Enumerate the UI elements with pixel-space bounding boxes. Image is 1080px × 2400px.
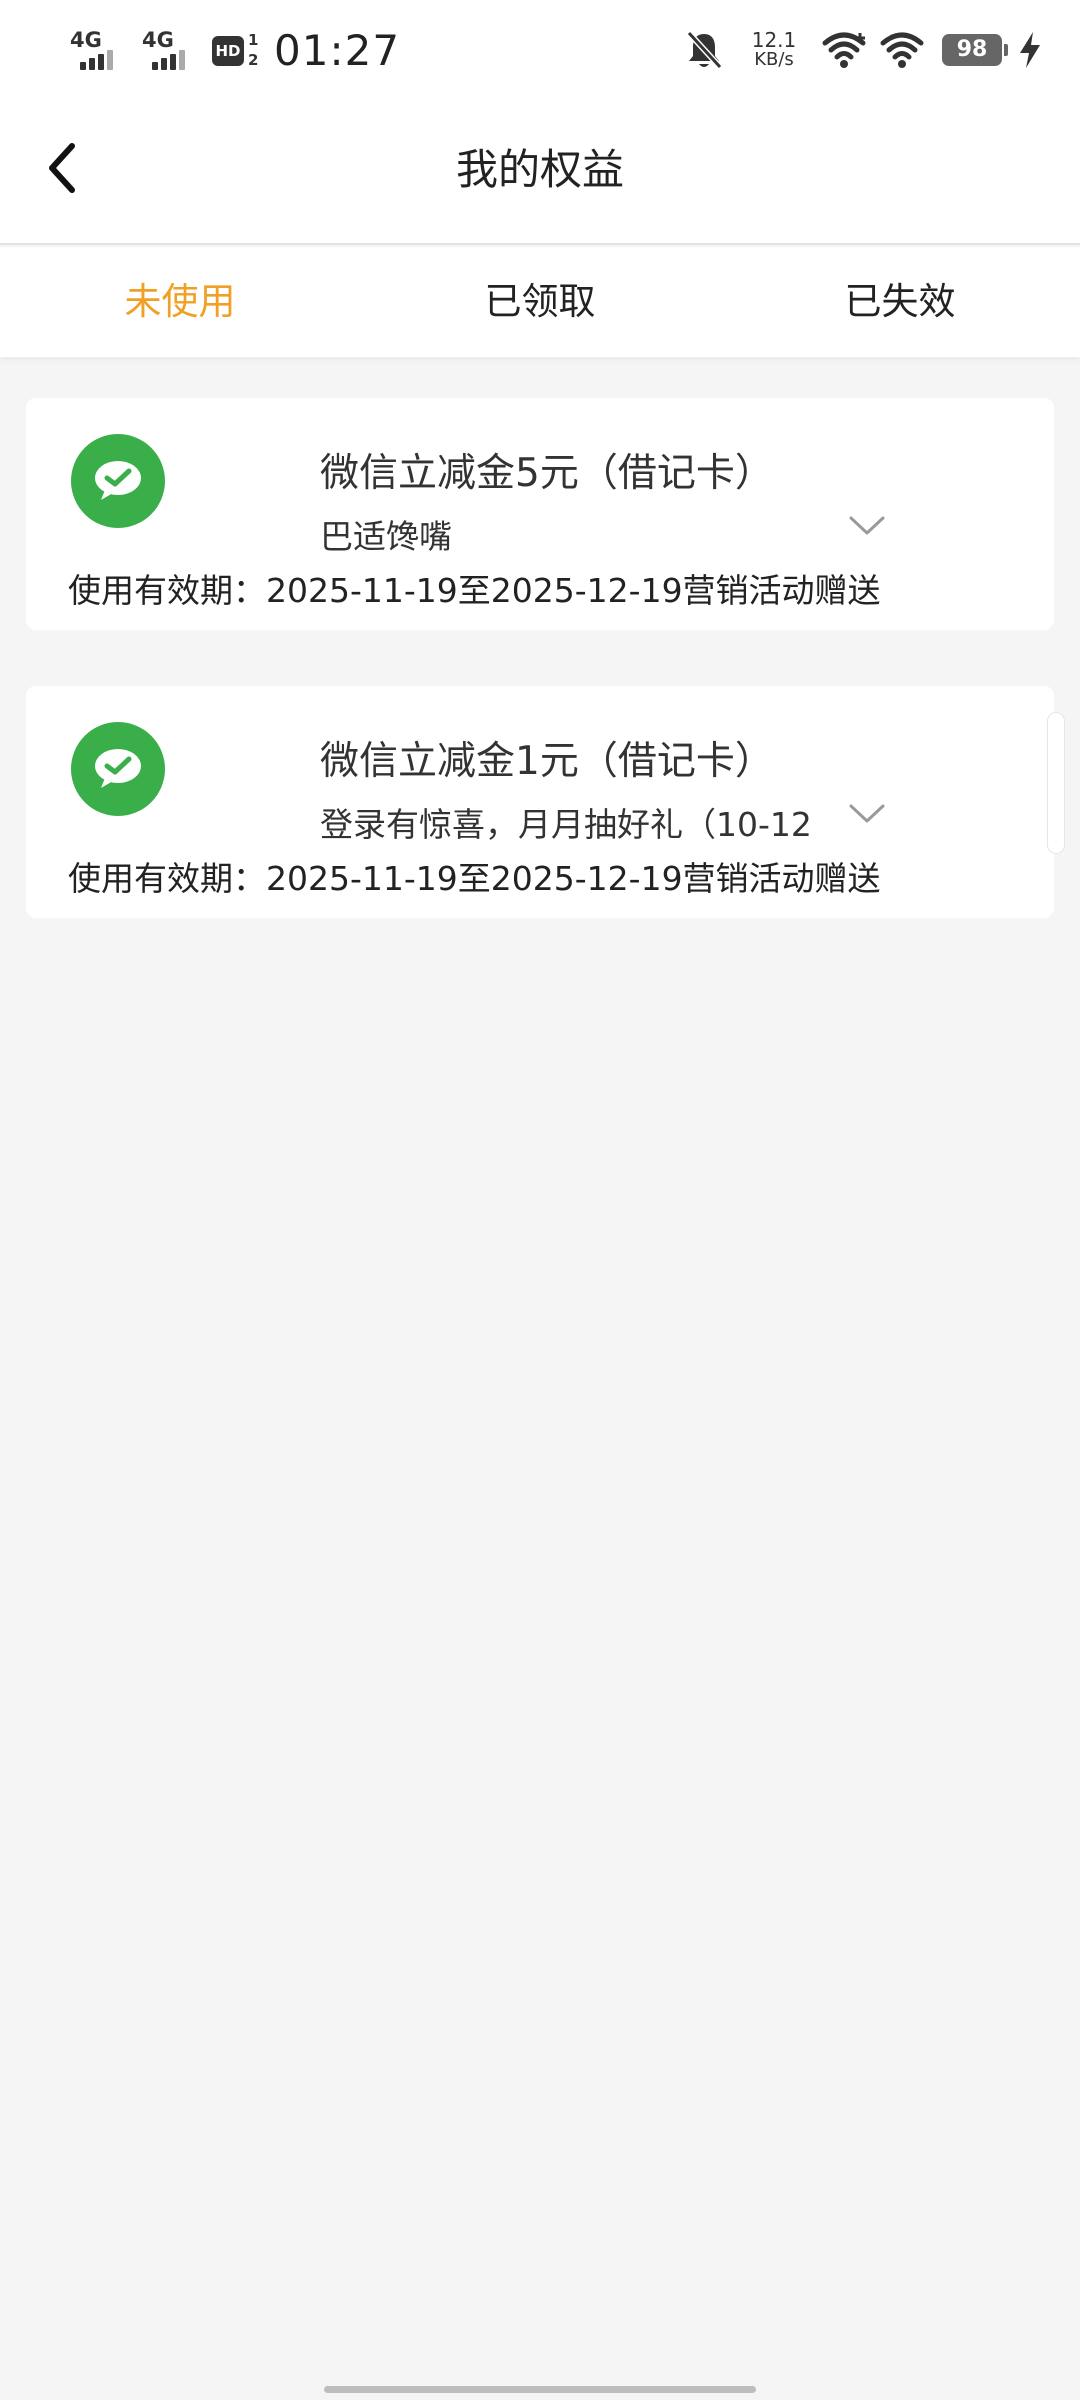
tab-claimed[interactable]: 已领取: [360, 247, 720, 357]
wifi-plus-icon: [822, 32, 866, 68]
benefit-card[interactable]: 微信立减金5元（借记卡） 巴适馋嘴 使用有效期：2025-11-19至2025-…: [26, 398, 1054, 630]
home-indicator[interactable]: [324, 2386, 756, 2393]
wifi-icon: [880, 32, 924, 68]
mute-bell-icon: [686, 30, 723, 70]
wechat-pay-icon: [71, 434, 165, 528]
benefit-card[interactable]: 微信立减金1元（借记卡） 登录有惊喜，月月抽好礼（10-12 使用有效期：202…: [26, 686, 1054, 918]
page-title: 我的权益: [455, 145, 624, 194]
screen: 4G 4G HD 1 2 01:27 12.1 KB/s 98 我的权益 未使用 …: [0, 0, 1080, 2400]
network-unit: KB/s: [754, 49, 794, 70]
network-rate: 12.1: [751, 28, 797, 52]
hd-fraction-top: 1: [248, 31, 259, 49]
chevron-down-icon[interactable]: [848, 514, 886, 538]
back-button[interactable]: [38, 138, 90, 198]
status-bar-left: 4G 4G HD 1 2 01:27: [68, 22, 400, 78]
battery-icon: 98: [942, 34, 1008, 66]
status-bar: 4G 4G HD 1 2 01:27 12.1 KB/s 98: [0, 0, 1080, 100]
card-subtitle: 巴适馋嘴: [320, 517, 452, 556]
card-validity: 使用有效期：2025-11-19至2025-12-19营销活动赠送: [68, 571, 881, 610]
status-bar-right: 12.1 KB/s 98: [684, 22, 1044, 78]
signal-icon: 4G: [68, 28, 128, 72]
card-title: 微信立减金5元（借记卡）: [320, 451, 774, 496]
network-speed: 12.1 KB/s: [744, 28, 804, 70]
hd-icon: HD 1 2: [212, 28, 264, 72]
scrollbar-thumb[interactable]: [1047, 712, 1065, 854]
clock: 01:27: [274, 25, 401, 75]
wechat-pay-icon: [71, 722, 165, 816]
signal-label: 4G: [70, 28, 102, 52]
charging-icon: [1020, 32, 1040, 68]
nav-header: 我的权益: [0, 100, 1080, 245]
tab-unused[interactable]: 未使用: [0, 247, 360, 357]
signal-label: 4G: [142, 28, 174, 52]
hd-fraction-bottom: 2: [248, 51, 259, 69]
hd-label: HD: [212, 36, 244, 66]
chevron-left-icon: [49, 143, 75, 193]
card-subtitle: 登录有惊喜，月月抽好礼（10-12: [320, 805, 812, 844]
card-validity: 使用有效期：2025-11-19至2025-12-19营销活动赠送: [68, 859, 881, 898]
card-title: 微信立减金1元（借记卡）: [320, 739, 774, 784]
signal-icon: 4G: [140, 28, 200, 72]
chevron-down-icon[interactable]: [848, 802, 886, 826]
tab-bar: 未使用 已领取 已失效: [0, 247, 1080, 357]
tab-expired[interactable]: 已失效: [720, 247, 1080, 357]
